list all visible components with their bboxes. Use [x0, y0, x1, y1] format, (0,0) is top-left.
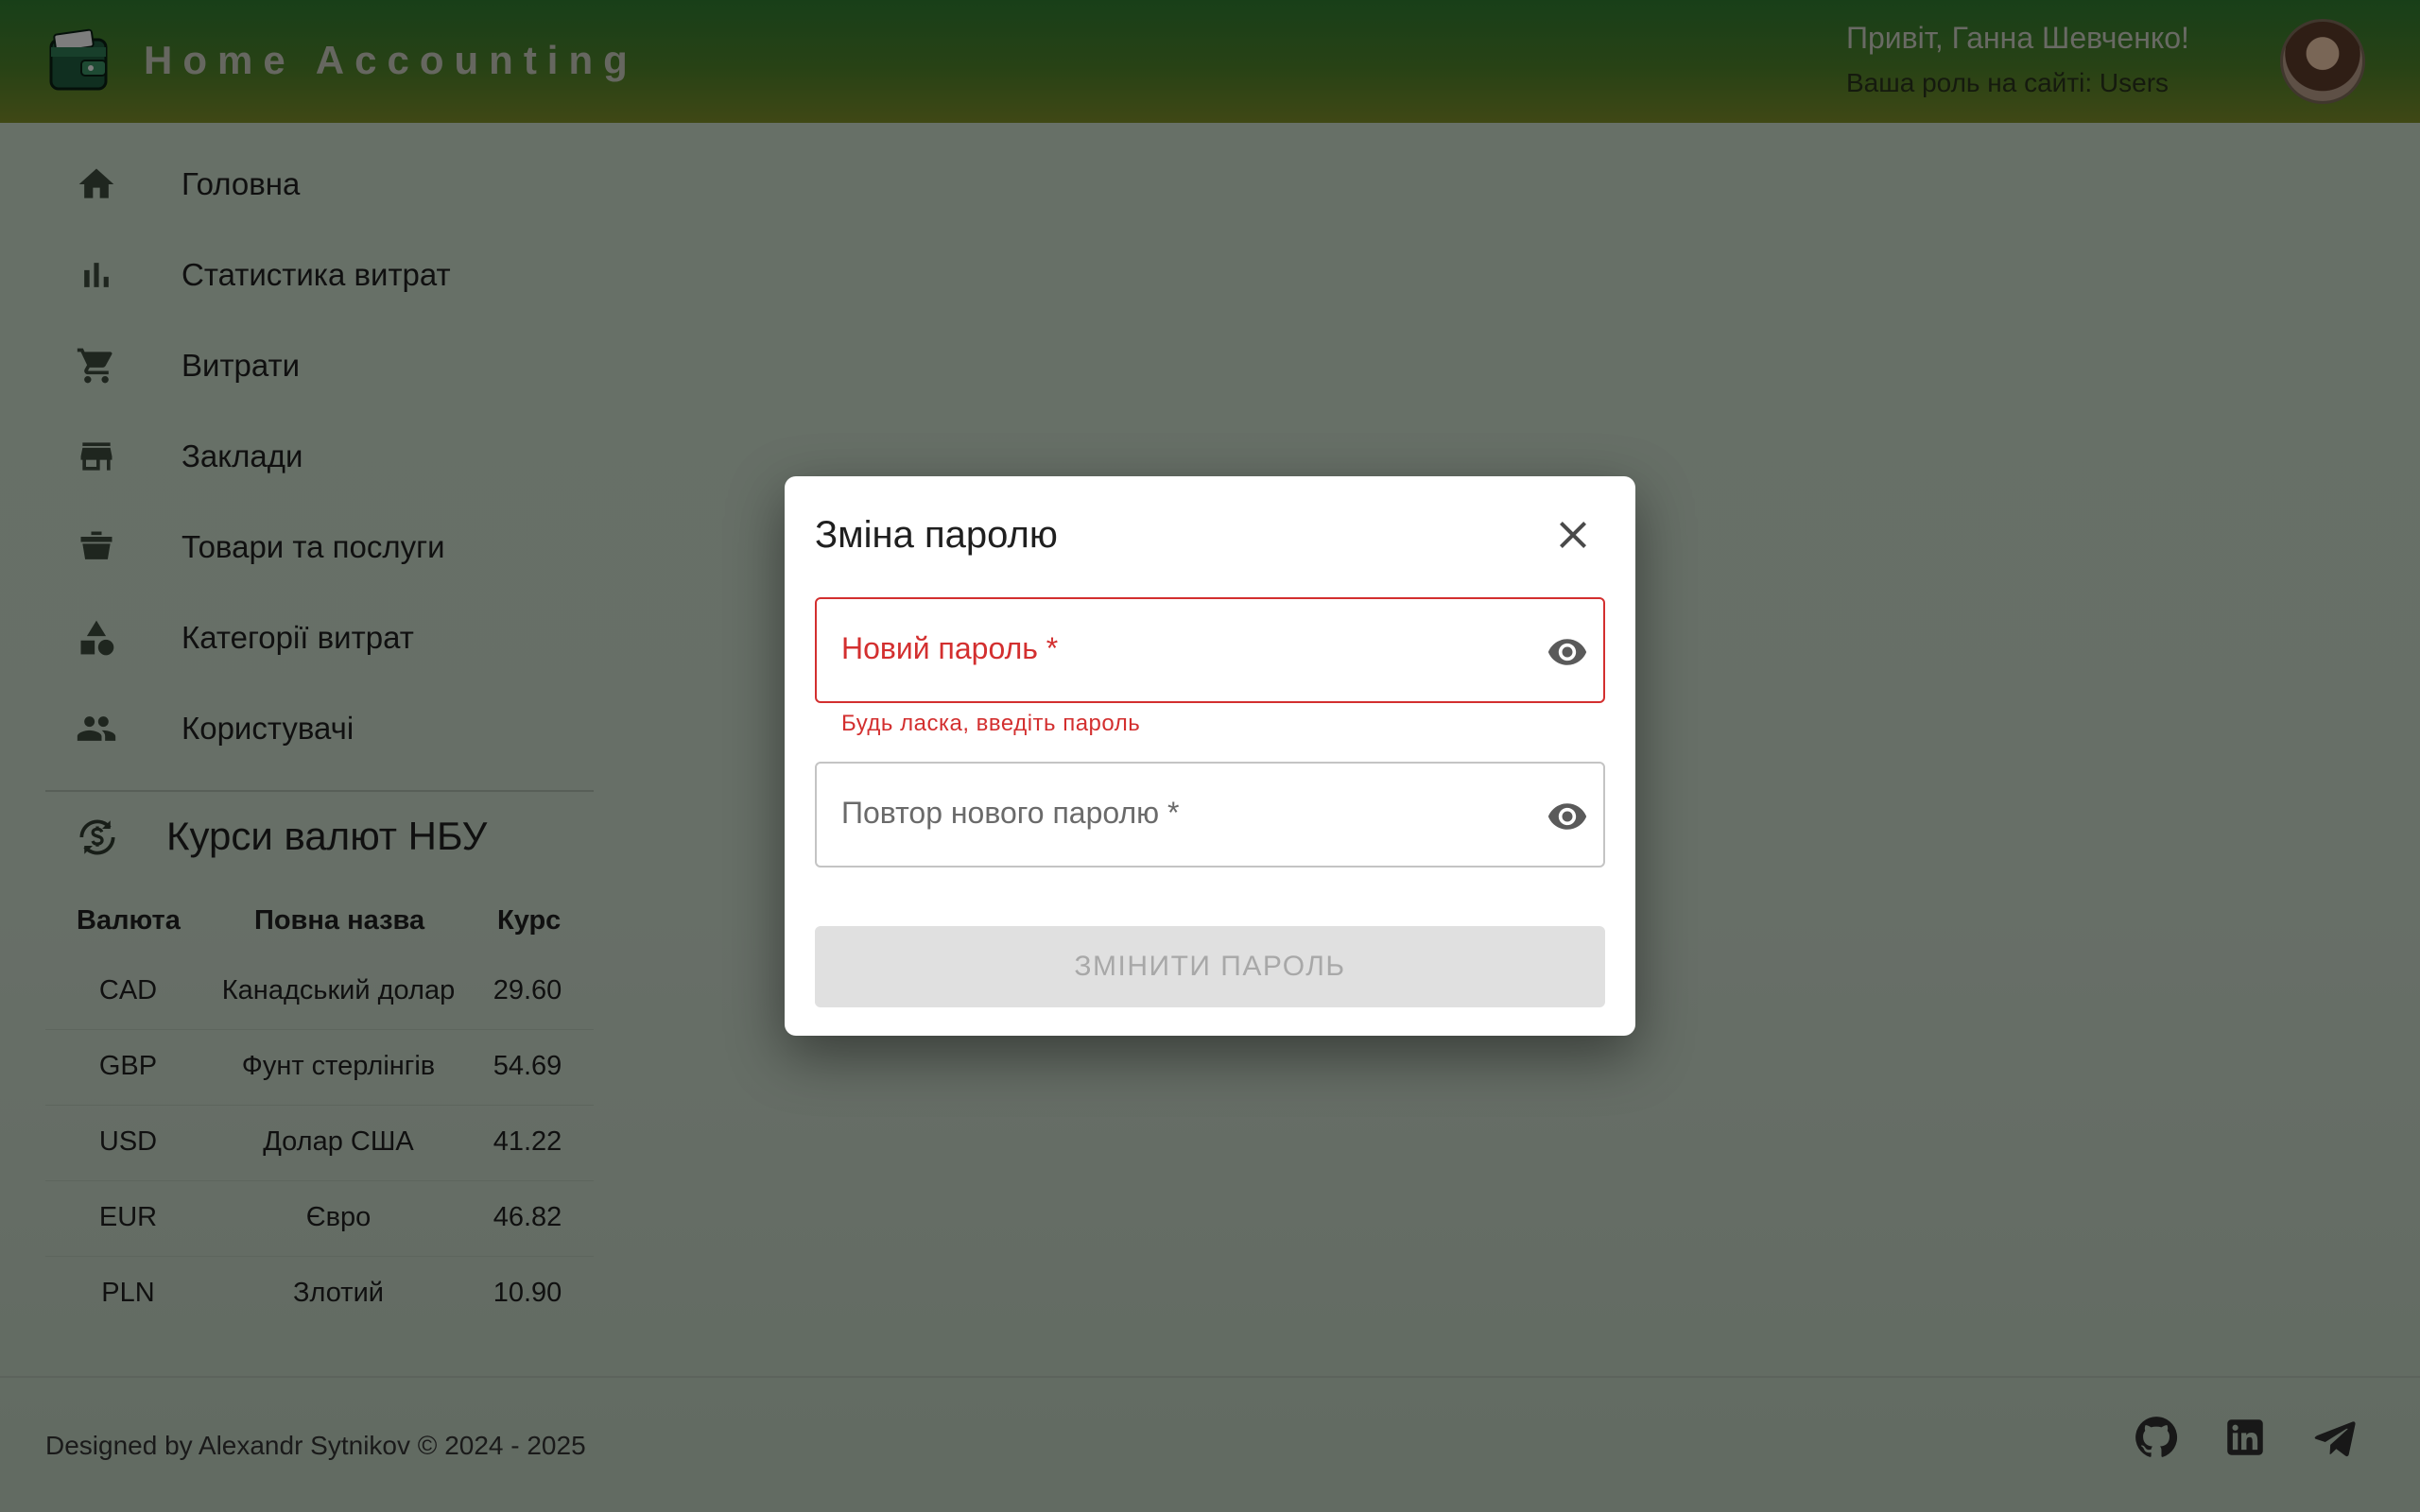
- show-password-eye-icon[interactable]: [1545, 796, 1590, 837]
- close-icon[interactable]: [1550, 512, 1596, 558]
- new-password-field[interactable]: Новий пароль *: [815, 597, 1605, 703]
- new-password-input[interactable]: [817, 599, 1603, 701]
- new-password-error-text: Будь ласка, введіть пароль: [841, 711, 1141, 736]
- dialog-title: Зміна паролю: [815, 514, 1058, 556]
- repeat-password-input[interactable]: [817, 764, 1603, 866]
- show-password-eye-icon[interactable]: [1545, 631, 1590, 673]
- repeat-password-field[interactable]: Повтор нового паролю *: [815, 762, 1605, 868]
- change-password-dialog: Зміна паролю Новий пароль * Будь ласка, …: [785, 476, 1635, 1036]
- change-password-button[interactable]: ЗМІНИТИ ПАРОЛЬ: [815, 926, 1605, 1007]
